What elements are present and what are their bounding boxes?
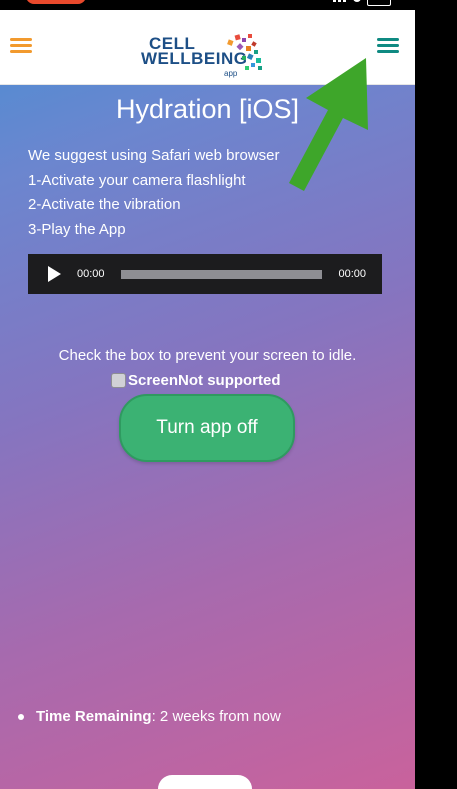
app-logo[interactable]: CELL WELLBEING app [140,28,275,80]
instruction-line: 3-Play the App [28,220,126,238]
wifi-icon [353,0,361,2]
battery-icon [367,0,391,6]
time-remaining-label: Time Remaining [36,708,152,725]
left-menu-icon[interactable] [10,38,32,54]
seek-bar[interactable] [121,270,322,279]
recording-indicator [26,0,86,4]
time-remaining-value: : 2 weeks from now [151,708,281,725]
screen-lock-checkbox[interactable] [111,373,126,388]
bullet [18,713,24,720]
right-black-bar [415,10,457,789]
instructions: We suggest using Safari web browser 1-Ac… [28,144,280,242]
instruction-line: We suggest using Safari web browser [28,147,280,164]
navbar: CELL WELLBEING app [0,10,415,85]
status-bar [0,0,457,10]
logo-mark-icon [227,34,262,70]
signal-icon [333,0,347,2]
app-page: CELL WELLBEING app Hydration [iOS] We su… [0,10,415,789]
right-menu-icon[interactable] [377,38,399,54]
screen-lock-label: ScreenNot supported [128,372,281,389]
page-title: Hydration [iOS] [115,94,300,124]
screen-lock-row: ScreenNot supported [111,372,281,389]
instruction-line: 2-Activate the vibration [28,196,181,213]
status-icons [333,0,391,6]
instruction-line: 1-Activate your camera flashlight [28,171,246,189]
duration: 00:00 [338,268,366,280]
play-icon[interactable] [48,266,61,282]
audio-player: 00:00 00:00 [28,254,382,294]
turn-app-off-button[interactable]: Turn app off [119,394,295,462]
idle-prevent-text: Check the box to prevent your screen to … [58,347,357,364]
current-time: 00:00 [77,268,105,280]
time-remaining: Time Remaining : 2 weeks from now [18,708,281,725]
bottom-tab[interactable] [158,775,252,789]
